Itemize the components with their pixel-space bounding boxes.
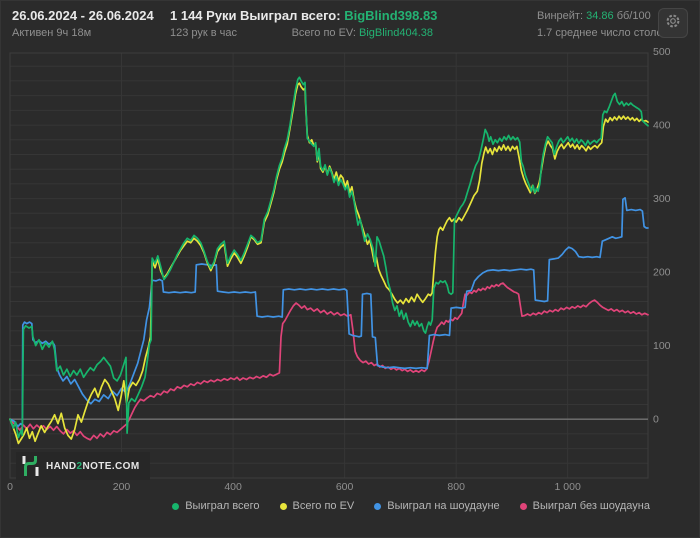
legend-item-1[interactable]: Всего по EV [279, 500, 355, 512]
legend-label: Выиграл на шоудауне [387, 500, 500, 512]
legend-dot-icon [519, 502, 527, 510]
plot-border [9, 52, 649, 479]
y-tick-label: 300 [653, 193, 671, 205]
x-tick-label: 800 [447, 481, 465, 493]
y-tick-label: 100 [653, 340, 671, 352]
hand2note-icon [22, 455, 39, 477]
x-tick-label: 600 [336, 481, 354, 493]
x-tick-label: 400 [224, 481, 242, 493]
legend-dot-icon [279, 502, 287, 510]
legend-label: Выиграл всего [185, 500, 260, 512]
y-tick-label: 200 [653, 267, 671, 279]
legend-item-2[interactable]: Выиграл на шоудауне [374, 500, 500, 512]
legend-item-3[interactable]: Выиграл без шоудауна [519, 500, 650, 512]
legend-dot-icon [374, 502, 382, 510]
legend-label: Всего по EV [292, 500, 355, 512]
chart-legend: Выиграл всего Всего по EV Выиграл на шоуда… [172, 500, 650, 512]
y-tick-label: 400 [653, 120, 671, 132]
x-tick-label: 1 000 [555, 481, 581, 493]
legend-label: Выиграл без шоудауна [532, 500, 650, 512]
legend-item-0[interactable]: Выиграл всего [172, 500, 260, 512]
hand2note-session-report: 26.06.2024 - 26.06.2024 Активен 9ч 18м 1… [0, 0, 700, 538]
x-tick-label: 200 [113, 481, 131, 493]
y-tick-label: 0 [653, 414, 659, 426]
hand2note-logo: HAND2NOTE.COM [16, 452, 150, 480]
y-tick-label: 500 [653, 46, 671, 58]
hand2note-logo-text: HAND2NOTE.COM [46, 460, 140, 472]
x-tick-label: 0 [7, 481, 13, 493]
legend-dot-icon [172, 502, 180, 510]
